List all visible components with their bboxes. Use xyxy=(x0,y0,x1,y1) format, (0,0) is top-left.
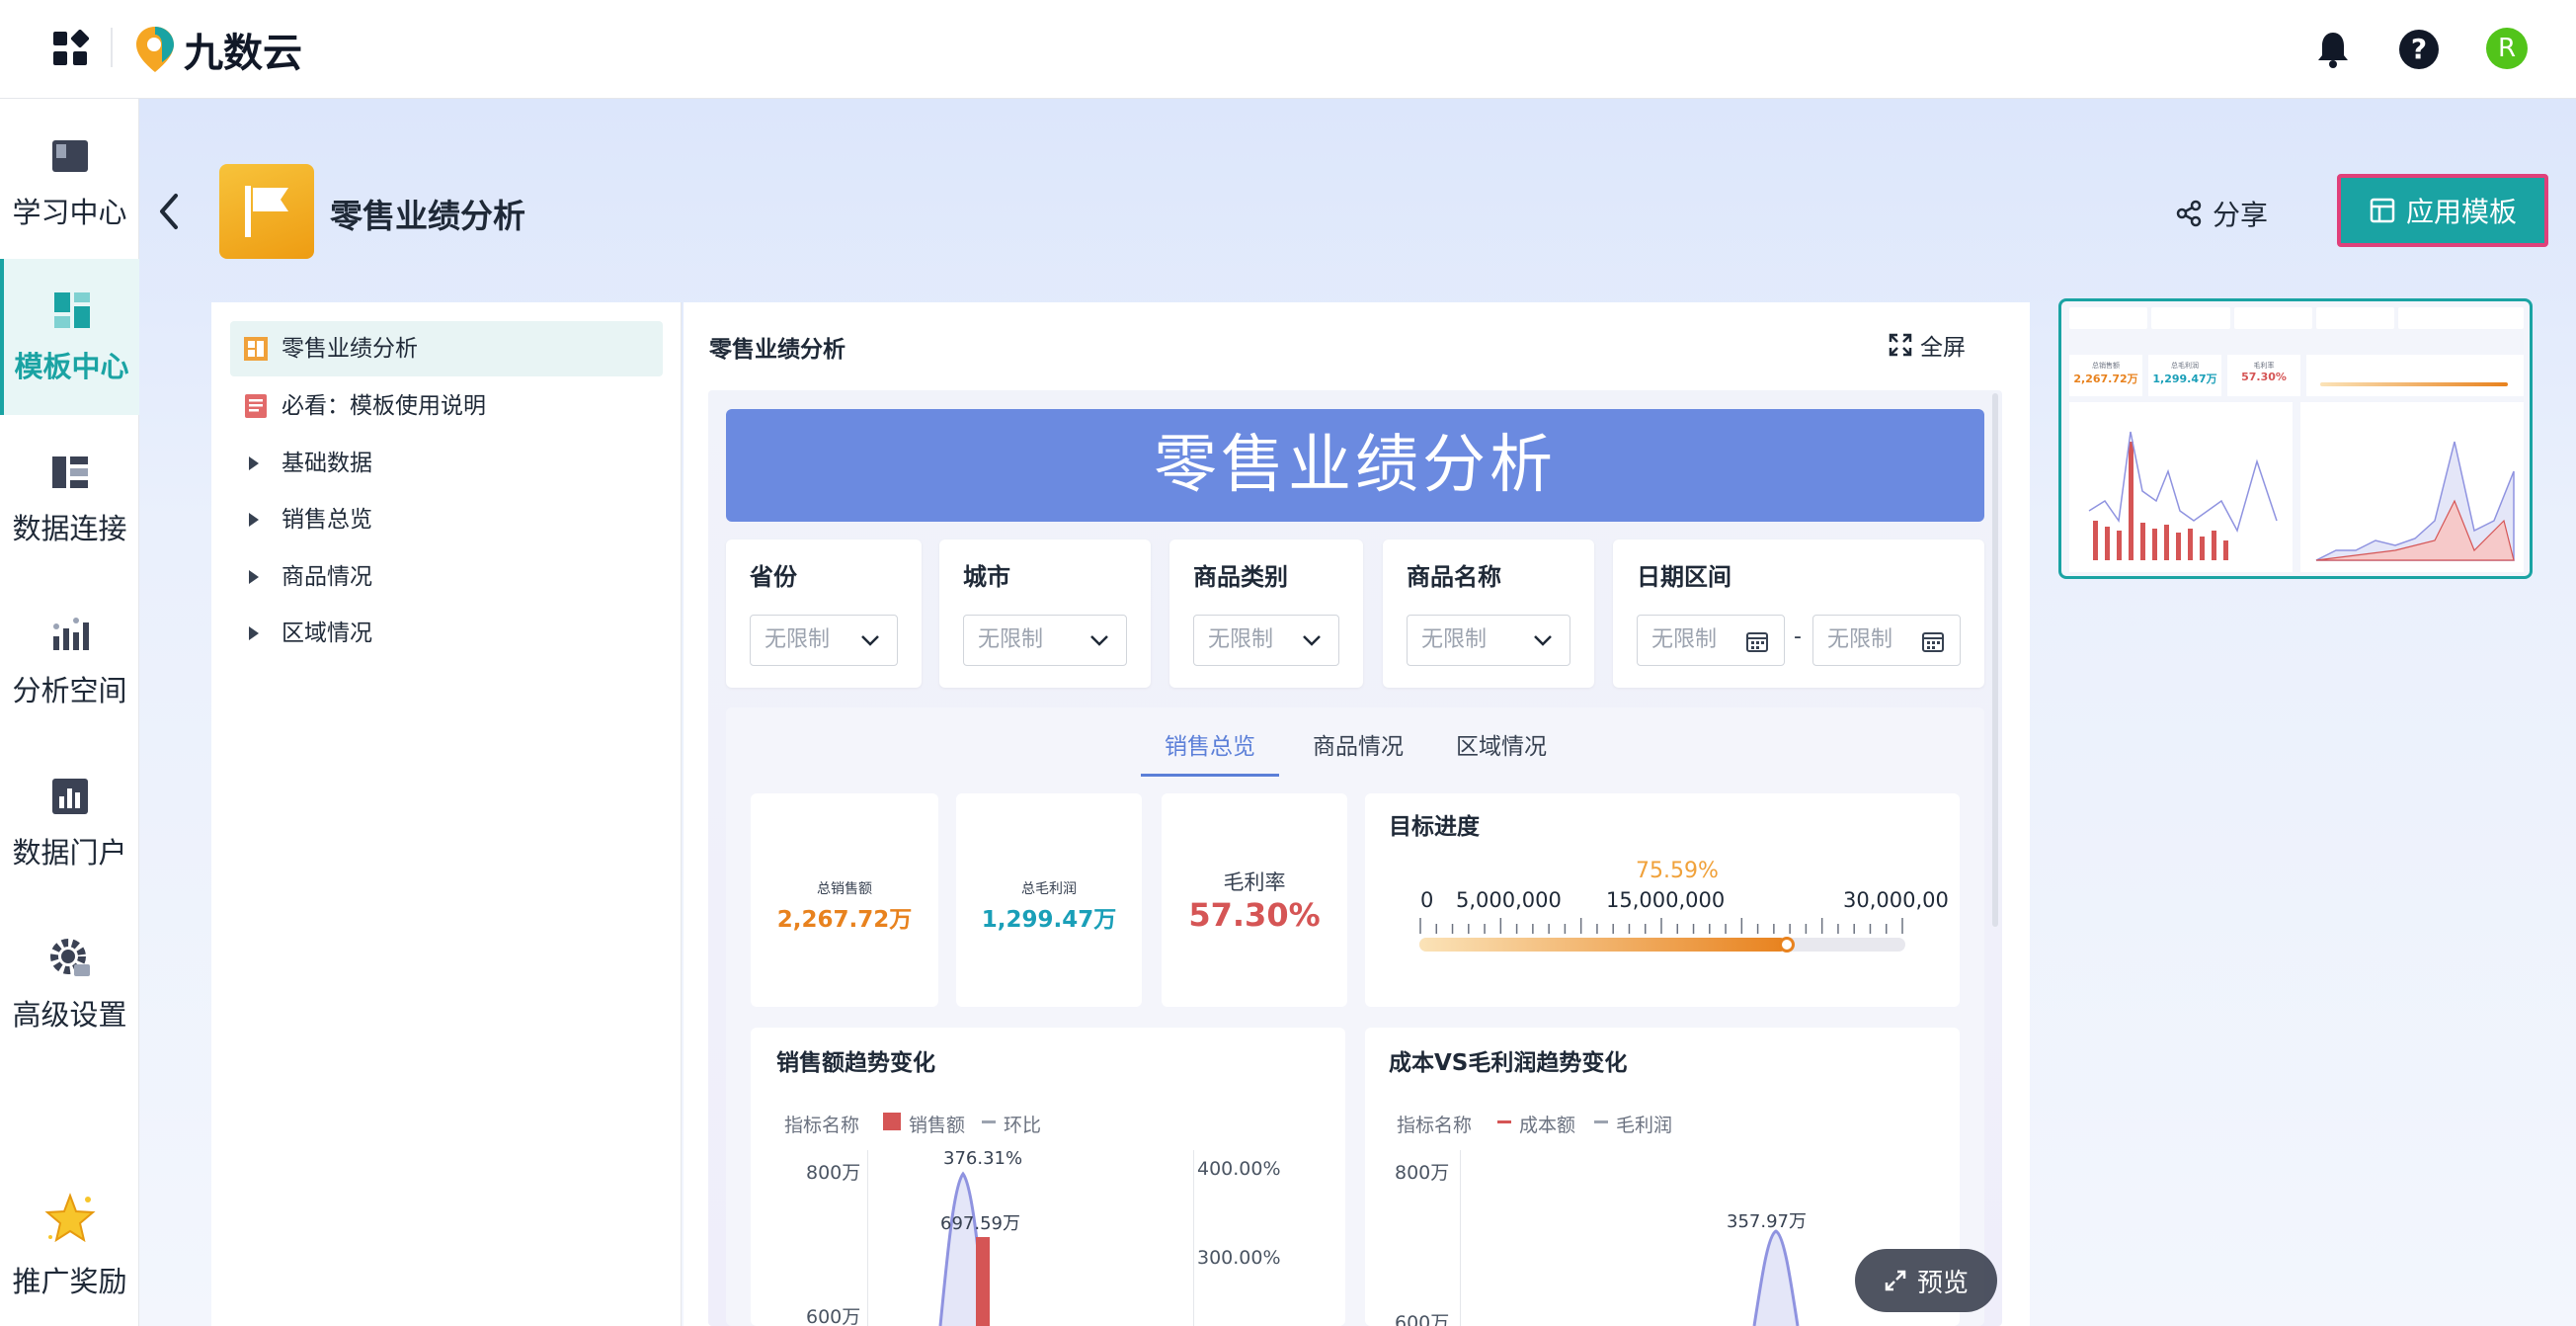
portal-icon xyxy=(51,779,88,814)
user-avatar[interactable]: R xyxy=(2486,28,2528,69)
product-select[interactable]: 无限制 xyxy=(1407,615,1570,666)
nav-item-templates[interactable]: 模板中心 xyxy=(0,259,139,415)
filter-date-range: 日期区间 无限制 - 无限制 xyxy=(1613,539,1984,688)
left-nav: 学习中心 模板中心 数据连接 分析空间 数据门户 高级设置 推广奖励 xyxy=(0,99,139,1326)
sales-bar xyxy=(976,1237,990,1326)
thumbnail-charts xyxy=(2069,402,2524,572)
top-bar: 九数云 ? R xyxy=(0,0,2576,99)
share-button[interactable]: 分享 xyxy=(2175,194,2268,233)
page-title: 零售业绩分析 xyxy=(330,197,525,235)
legend-label-cost: 成本额 xyxy=(1519,1115,1576,1136)
chart-sales-trend: 销售额趋势变化 指标名称 销售额 环比 800万 600万 400.00% 30… xyxy=(751,1028,1345,1326)
preview-button[interactable]: 预览 xyxy=(1855,1249,1997,1312)
chevron-down-icon xyxy=(1303,635,1321,646)
chevron-down-icon xyxy=(1090,635,1108,646)
legend-swatch-profit xyxy=(1594,1120,1608,1123)
template-icon xyxy=(53,292,90,328)
province-select[interactable]: 无限制 xyxy=(750,615,898,666)
filter-product: 商品名称 无限制 xyxy=(1383,539,1594,688)
expand-icon xyxy=(1885,1270,1906,1291)
kpi-margin-rate: 毛利率 57.30% xyxy=(1162,793,1347,1007)
gear-icon xyxy=(49,939,90,976)
flag-icon xyxy=(245,186,288,237)
tab-region[interactable]: 区域情况 xyxy=(1432,717,1570,777)
dashboard-banner: 零售业绩分析 xyxy=(726,409,1984,522)
progress-fill xyxy=(1419,938,1787,952)
nav-item-data-connect[interactable]: 数据连接 xyxy=(0,425,139,573)
legend-label-profit: 毛利润 xyxy=(1616,1115,1673,1136)
nav-item-settings[interactable]: 高级设置 xyxy=(0,911,139,1059)
tab-sales-overview[interactable]: 销售总览 xyxy=(1141,717,1279,777)
book-icon xyxy=(51,140,88,172)
bell-icon[interactable] xyxy=(2315,30,2351,69)
filter-city: 城市 无限制 xyxy=(939,539,1151,688)
analysis-icon xyxy=(52,618,89,650)
target-percent: 75.59% xyxy=(1636,859,1719,883)
nav-item-analysis[interactable]: 分析空间 xyxy=(0,587,139,735)
tree-item-basic-data[interactable]: 基础数据 xyxy=(230,436,663,491)
fullscreen-icon xyxy=(1889,333,1912,357)
kpi-total-profit: 总毛利润 1,299.47万 xyxy=(956,793,1142,1007)
tab-product[interactable]: 商品情况 xyxy=(1289,717,1427,777)
city-select[interactable]: 无限制 xyxy=(963,615,1127,666)
share-icon xyxy=(2176,200,2202,227)
tree-item-dashboard[interactable]: 零售业绩分析 xyxy=(230,321,663,376)
chevron-down-icon xyxy=(1534,635,1552,646)
tree-item-product[interactable]: 商品情况 xyxy=(230,549,663,605)
apply-template-button[interactable]: 应用模板 xyxy=(2337,174,2548,247)
legend-swatch-sales xyxy=(883,1113,901,1130)
template-apply-icon xyxy=(2370,198,2395,223)
back-icon[interactable] xyxy=(154,190,184,233)
brand-name: 九数云 xyxy=(184,31,302,76)
calendar-icon xyxy=(1922,632,1944,652)
progress-knob xyxy=(1778,937,1795,953)
tree-item-guide[interactable]: 必看：模板使用说明 xyxy=(230,378,663,434)
filter-province: 省份 无限制 xyxy=(726,539,922,688)
nav-item-rewards[interactable]: 推广奖励 xyxy=(0,1172,139,1320)
preview-title: 零售业绩分析 xyxy=(709,337,845,363)
legend-swatch-mom xyxy=(982,1120,996,1123)
brand-logo[interactable]: 九数云 xyxy=(132,22,302,77)
legend-label-mom: 环比 xyxy=(1004,1115,1042,1136)
kpi-total-sales: 总销售额 2,267.72万 xyxy=(751,793,938,1007)
apps-grid-icon[interactable] xyxy=(51,30,89,67)
data-link-icon xyxy=(51,456,88,488)
progress-ticks xyxy=(1419,918,1903,934)
target-progress-card: 目标进度 75.59% 0 5,000,000 15,000,000 30,00… xyxy=(1365,793,1960,1007)
date-end-input[interactable]: 无限制 xyxy=(1812,615,1961,666)
category-select[interactable]: 无限制 xyxy=(1193,615,1339,666)
legend-label-sales: 销售额 xyxy=(909,1115,966,1136)
fullscreen-button[interactable]: 全屏 xyxy=(1889,329,1966,361)
filter-category: 商品类别 无限制 xyxy=(1169,539,1363,688)
help-icon[interactable]: ? xyxy=(2399,30,2439,69)
template-cover-icon xyxy=(219,164,314,259)
template-thumbnail[interactable]: 总销售额 2,267.72万 总毛利润 1,299.47万 毛利率 57.30% xyxy=(2058,298,2533,579)
cost-peak-line xyxy=(1752,1229,1800,1326)
canvas-scrollbar[interactable] xyxy=(1992,393,1998,927)
nav-item-learning[interactable]: 学习中心 xyxy=(0,109,139,257)
chevron-down-icon xyxy=(861,635,879,646)
star-icon xyxy=(43,1193,96,1243)
tree-item-region[interactable]: 区域情况 xyxy=(230,606,663,661)
nav-item-portal[interactable]: 数据门户 xyxy=(0,749,139,897)
brand-logo-icon xyxy=(136,27,174,72)
calendar-icon xyxy=(1746,632,1768,652)
progress-track xyxy=(1419,938,1905,952)
date-start-input[interactable]: 无限制 xyxy=(1637,615,1785,666)
tree-item-sales-overview[interactable]: 销售总览 xyxy=(230,492,663,547)
legend-swatch-cost xyxy=(1497,1120,1511,1123)
